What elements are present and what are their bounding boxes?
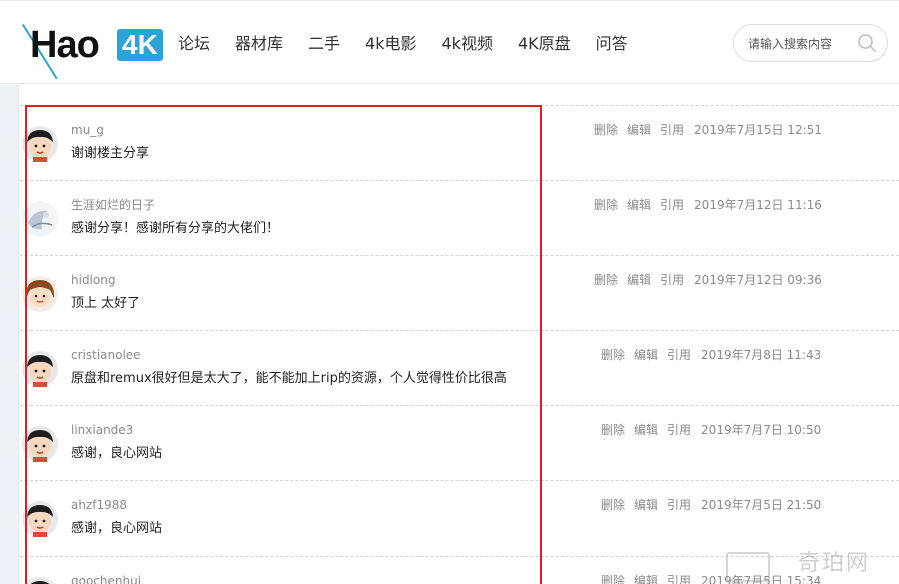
comment-text: 感谢，良心网站	[71, 446, 163, 461]
edit-button[interactable]: 编辑	[627, 196, 651, 214]
nav-item-4k-videos[interactable]: 4k视频	[442, 31, 493, 57]
logo-badge: 4K	[117, 29, 163, 61]
comment-section: mu_g 谢谢楼主分享 删除 编辑 引用 2019年7月15日 12:51 生涯…	[0, 85, 899, 584]
edit-button[interactable]: 编辑	[627, 271, 651, 289]
delete-button[interactable]: 删除	[594, 271, 618, 289]
edit-button[interactable]: 编辑	[634, 421, 658, 439]
site-logo[interactable]: Hao 4K	[18, 23, 168, 81]
comment-username[interactable]: ahzf1988	[71, 496, 127, 514]
delete-button[interactable]: 删除	[601, 346, 625, 364]
delete-button[interactable]: 删除	[594, 121, 618, 139]
girl-avatar-icon[interactable]	[22, 276, 58, 312]
comment-item: hidlong 顶上 太好了 删除 编辑 引用 2019年7月12日 09:36	[20, 255, 899, 331]
comment-timestamp: 2019年7月7日 10:50	[701, 423, 822, 437]
search-box[interactable]	[733, 24, 888, 62]
nav-item-4k-movies[interactable]: 4k电影	[365, 31, 416, 57]
comment-timestamp: 2019年7月12日 09:36	[694, 273, 822, 287]
site-header: Hao 4K 论坛 器材库 二手 4k电影 4k视频 4K原盘 问答	[0, 0, 899, 84]
main-nav: 论坛 器材库 二手 4k电影 4k视频 4K原盘 问答	[178, 31, 653, 57]
comment-timestamp: 2019年7月5日 21:50	[701, 498, 822, 512]
quote-button[interactable]: 引用	[660, 196, 684, 214]
quote-button[interactable]: 引用	[660, 121, 684, 139]
boy-avatar-icon[interactable]	[22, 126, 58, 162]
comment-username[interactable]: hidlong	[71, 271, 115, 289]
comment-timestamp: 2019年7月12日 11:16	[694, 198, 822, 212]
comment-actions: 删除 编辑 引用 2019年7月15日 12:51	[594, 121, 822, 139]
delete-button[interactable]: 删除	[594, 196, 618, 214]
left-gutter	[0, 85, 19, 584]
comment-actions: 删除 编辑 引用 2019年7月12日 11:16	[594, 196, 822, 214]
comment-item: ahzf1988 感谢，良心网站 删除 编辑 引用 2019年7月5日 21:5…	[20, 480, 899, 556]
delete-button[interactable]: 删除	[601, 496, 625, 514]
boy-avatar-icon[interactable]	[22, 351, 58, 387]
boy-avatar-icon[interactable]	[22, 501, 58, 537]
comment-item: linxiande3 感谢，良心网站 删除 编辑 引用 2019年7月7日 10…	[20, 405, 899, 481]
comment-text: 原盘和remux很好但是太大了，能不能加上rip的资源，个人觉得性价比很高	[71, 371, 507, 386]
comment-text: 感谢分享！感谢所有分享的大佬们！	[71, 221, 280, 236]
comment-actions: 删除 编辑 引用 2019年7月5日 21:50	[601, 496, 821, 514]
quote-button[interactable]: 引用	[667, 572, 691, 584]
quote-button[interactable]: 引用	[667, 496, 691, 514]
comment-item: cristianolee 原盘和remux很好但是太大了，能不能加上rip的资源…	[20, 330, 899, 406]
search-icon[interactable]	[857, 33, 877, 53]
quote-button[interactable]: 引用	[660, 271, 684, 289]
comment-username[interactable]: mu_g	[71, 121, 104, 139]
nav-item-secondhand[interactable]: 二手	[308, 31, 340, 57]
delete-button[interactable]: 删除	[601, 572, 625, 584]
comment-text: 谢谢楼主分享	[71, 146, 150, 161]
boy-avatar-icon[interactable]	[22, 426, 58, 462]
comment-item: 生涯如烂的日子 感谢分享！感谢所有分享的大佬们！ 删除 编辑 引用 2019年7…	[20, 180, 899, 256]
boy-avatar-icon[interactable]	[22, 577, 58, 584]
edit-button[interactable]: 编辑	[634, 496, 658, 514]
comment-actions: 删除 编辑 引用 2019年7月12日 09:36	[594, 271, 822, 289]
comment-item: mu_g 谢谢楼主分享 删除 编辑 引用 2019年7月15日 12:51	[20, 105, 899, 181]
search-input[interactable]	[748, 34, 858, 54]
watermark-logo-icon	[726, 552, 770, 582]
comment-timestamp: 2019年7月8日 11:43	[701, 348, 822, 362]
comment-actions: 删除 编辑 引用 2019年7月7日 10:50	[601, 421, 821, 439]
logo-wordmark: Hao	[30, 24, 100, 66]
comment-actions: 删除 编辑 引用 2019年7月8日 11:43	[601, 346, 821, 364]
nav-item-qa[interactable]: 问答	[596, 31, 628, 57]
edit-button[interactable]: 编辑	[634, 572, 658, 584]
comment-username[interactable]: goochenhui	[71, 572, 141, 584]
edit-button[interactable]: 编辑	[634, 346, 658, 364]
comment-text: 顶上 太好了	[71, 296, 141, 311]
nav-item-forum[interactable]: 论坛	[178, 31, 210, 57]
abstract-avatar-icon[interactable]	[22, 201, 58, 237]
watermark-text: 奇珀网	[798, 551, 871, 576]
comment-username[interactable]: linxiande3	[71, 421, 133, 439]
quote-button[interactable]: 引用	[667, 421, 691, 439]
comment-text: 感谢，良心网站	[71, 521, 163, 536]
site-watermark: 奇珀网	[718, 548, 898, 584]
quote-button[interactable]: 引用	[667, 346, 691, 364]
comment-username[interactable]: 生涯如烂的日子	[71, 196, 155, 214]
nav-item-4k-bluray[interactable]: 4K原盘	[518, 31, 571, 57]
edit-button[interactable]: 编辑	[627, 121, 651, 139]
comment-timestamp: 2019年7月15日 12:51	[694, 123, 822, 137]
delete-button[interactable]: 删除	[601, 421, 625, 439]
nav-item-equipment[interactable]: 器材库	[235, 31, 283, 57]
comment-username[interactable]: cristianolee	[71, 346, 141, 364]
